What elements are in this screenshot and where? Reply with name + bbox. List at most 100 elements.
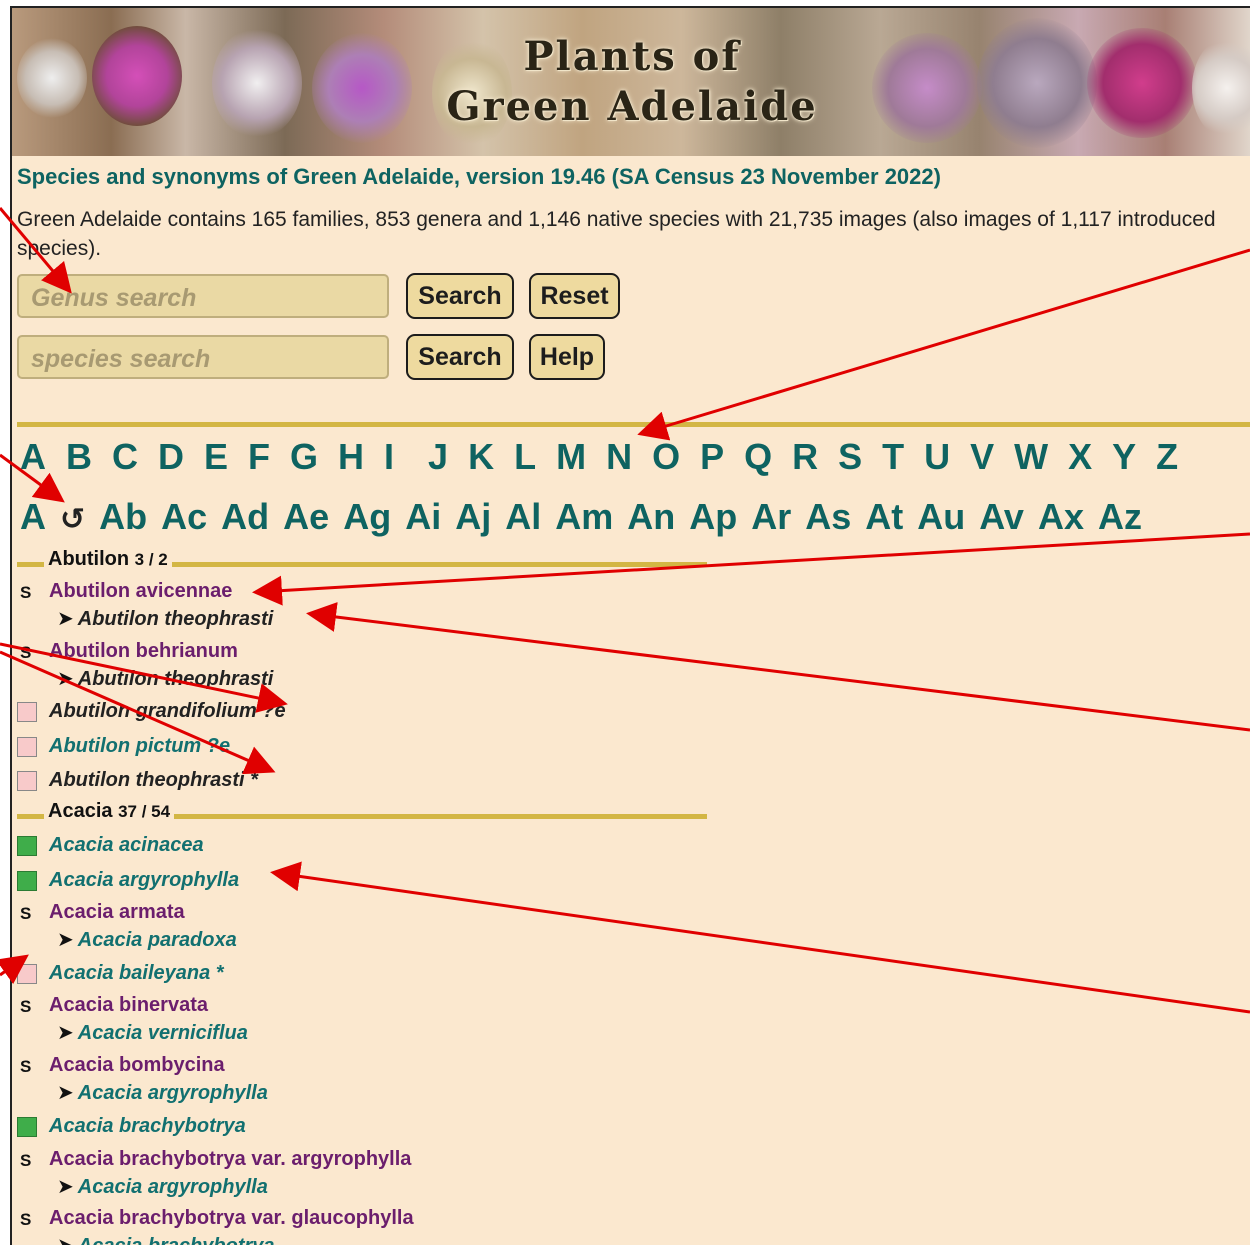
sub-alpha-link-ag[interactable]: Ag [343, 496, 391, 538]
accepted-name-link[interactable]: Abutilon theophrasti [78, 608, 274, 630]
genus-search-input[interactable]: Genus search [17, 274, 389, 318]
alphabet-letter-x[interactable]: X [1068, 436, 1092, 478]
alphabet-letter-t[interactable]: T [882, 436, 904, 478]
sub-alpha-link-aj[interactable]: Aj [455, 496, 491, 538]
synonym-marker: S [20, 643, 32, 662]
accepted-name-link[interactable]: Abutilon theophrasti [78, 668, 274, 690]
sub-alpha-link-am[interactable]: Am [555, 496, 613, 538]
alphabet-letter-d[interactable]: D [158, 436, 184, 478]
status-box [17, 737, 37, 757]
species-link[interactable]: Abutilon pictum ?e [49, 735, 230, 758]
sub-alpha-link-ac[interactable]: Ac [161, 496, 207, 538]
site-title-line-2: Green Adelaide [446, 83, 818, 130]
accepted-name-link[interactable]: Acacia brachybotrya [78, 1235, 275, 1245]
accepted-name-link[interactable]: Acacia argyrophylla [78, 1082, 268, 1104]
species-link[interactable]: Acacia armata [49, 901, 185, 924]
alphabet-letter-o[interactable]: O [652, 436, 680, 478]
species-link[interactable]: Abutilon avicennae [49, 580, 232, 603]
status-box [17, 771, 37, 791]
genus-name[interactable]: Abutilon [48, 548, 129, 570]
right-arrow-icon: ➤ [57, 1176, 74, 1198]
status-box [17, 702, 37, 722]
genus-count: 37 / 54 [118, 802, 171, 821]
species-link[interactable]: Acacia bombycina [49, 1054, 225, 1077]
species-link[interactable]: Acacia baileyana * [49, 962, 224, 985]
right-arrow-icon: ➤ [57, 608, 74, 630]
species-link[interactable]: Acacia brachybotrya var. glaucophylla [49, 1207, 414, 1230]
species-link[interactable]: Acacia brachybotrya var. argyrophylla [49, 1148, 411, 1171]
divider [17, 422, 1250, 427]
sub-alpha-link-al[interactable]: Al [505, 496, 541, 538]
alphabet-letter-e[interactable]: E [204, 436, 228, 478]
sub-alpha-link-au[interactable]: Au [917, 496, 965, 538]
alphabet-letter-m[interactable]: M [556, 436, 586, 478]
species-search-input[interactable]: species search [17, 335, 389, 379]
back-arrow-icon[interactable]: ↺ [60, 502, 85, 537]
sub-alpha-link-ab[interactable]: Ab [99, 496, 147, 538]
banner: Plants of Green Adelaide [12, 8, 1250, 156]
accepted-name-link[interactable]: Acacia paradoxa [78, 929, 237, 951]
species-link[interactable]: Acacia acinacea [49, 834, 204, 857]
summary-text: Green Adelaide contains 165 families, 85… [17, 208, 1216, 260]
species-link[interactable]: Abutilon grandifolium ?e [49, 700, 286, 723]
alphabet-letter-g[interactable]: G [290, 436, 318, 478]
synonym-marker: S [20, 583, 32, 602]
genus-count: 3 / 2 [134, 550, 168, 569]
sub-alpha-link-ae[interactable]: Ae [283, 496, 329, 538]
alphabet-letter-w[interactable]: W [1014, 436, 1048, 478]
sub-alpha-link-ad[interactable]: Ad [221, 496, 269, 538]
site-title: Plants of Green Adelaide [12, 32, 1250, 132]
accepted-name-ref: ➤ Acacia argyrophylla [57, 1174, 268, 1199]
sub-alpha-link-as[interactable]: As [805, 496, 851, 538]
species-link[interactable]: Abutilon behrianum [49, 640, 238, 663]
alphabet-letter-i[interactable]: I [384, 436, 394, 478]
alphabet-letter-q[interactable]: Q [744, 436, 772, 478]
alphabet-letter-f[interactable]: F [248, 436, 270, 478]
species-link[interactable]: Acacia binervata [49, 994, 208, 1017]
species-search-button[interactable]: Search [406, 334, 514, 380]
right-arrow-icon: ➤ [57, 1082, 74, 1104]
alphabet-letter-l[interactable]: L [514, 436, 536, 478]
right-arrow-icon: ➤ [57, 1022, 74, 1044]
alphabet-letter-r[interactable]: R [792, 436, 818, 478]
synonym-marker: S [20, 904, 32, 923]
sub-alpha-link-av[interactable]: Av [979, 496, 1024, 538]
sub-alpha-link-ar[interactable]: Ar [751, 496, 791, 538]
genus-search-button[interactable]: Search [406, 273, 514, 319]
species-link[interactable]: Abutilon theophrasti * [49, 769, 258, 792]
alphabet-letter-b[interactable]: B [66, 436, 92, 478]
synonym-marker: S [20, 997, 32, 1016]
sub-alpha-link-ap[interactable]: Ap [689, 496, 737, 538]
help-button[interactable]: Help [529, 334, 605, 380]
status-box [17, 1117, 37, 1137]
alphabet-letter-p[interactable]: P [700, 436, 724, 478]
sub-alpha-first[interactable]: A [20, 496, 46, 538]
sub-alphabet-index: A ↺ Ab Ac Ad Ae Ag Ai Aj Al Am An Ap Ar As At Au Av Ax Az [20, 496, 1156, 538]
sub-alpha-link-az[interactable]: Az [1098, 496, 1142, 538]
alphabet-letter-u[interactable]: U [924, 436, 950, 478]
species-link[interactable]: Acacia argyrophylla [49, 869, 239, 892]
sub-alpha-link-ax[interactable]: Ax [1038, 496, 1084, 538]
alphabet-letter-c[interactable]: C [112, 436, 138, 478]
alphabet-letter-a[interactable]: A [20, 436, 46, 478]
alphabet-letter-h[interactable]: H [338, 436, 364, 478]
accepted-name-link[interactable]: Acacia argyrophylla [78, 1176, 268, 1198]
site-title-line-1: Plants of [523, 33, 741, 80]
alphabet-letter-n[interactable]: N [606, 436, 632, 478]
alphabet-letter-k[interactable]: K [468, 436, 494, 478]
alphabet-letter-s[interactable]: S [838, 436, 862, 478]
sub-alpha-link-at[interactable]: At [865, 496, 903, 538]
alphabet-letter-v[interactable]: V [970, 436, 994, 478]
species-link[interactable]: Acacia brachybotrya [49, 1115, 246, 1138]
accepted-name-link[interactable]: Acacia verniciflua [78, 1022, 248, 1044]
right-arrow-icon: ➤ [57, 668, 74, 690]
alphabet-letter-z[interactable]: Z [1156, 436, 1178, 478]
reset-button[interactable]: Reset [529, 273, 620, 319]
genus-name[interactable]: Acacia [48, 800, 113, 822]
sub-alpha-link-ai[interactable]: Ai [405, 496, 441, 538]
right-arrow-icon: ➤ [57, 1235, 74, 1245]
alphabet-letter-y[interactable]: Y [1112, 436, 1136, 478]
status-box [17, 836, 37, 856]
sub-alpha-link-an[interactable]: An [627, 496, 675, 538]
alphabet-letter-j[interactable]: J [428, 436, 448, 478]
